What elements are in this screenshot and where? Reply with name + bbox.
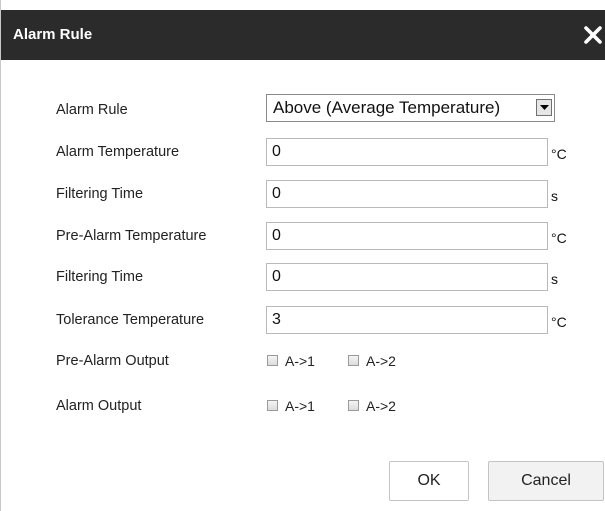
pre-alarm-temperature-input[interactable] [266,222,548,250]
pre-alarm-temperature-label: Pre-Alarm Temperature [56,228,207,244]
cancel-button[interactable]: Cancel [488,461,604,501]
alarm-rule-row: Alarm Rule Above (Average Temperature) [1,94,605,124]
alarm-rule-label: Alarm Rule [56,102,128,118]
chevron-down-icon [539,105,549,110]
filtering-time-input-2[interactable] [266,263,548,291]
alarm-output-option-label-2: A->2 [366,398,396,414]
tolerance-temperature-row: Tolerance Temperature °C [1,306,605,334]
pre-alarm-output-checkbox-1[interactable] [267,355,278,366]
filtering-time-unit-1: s [551,188,558,204]
filtering-time-input-1[interactable] [266,180,548,208]
pre-alarm-temperature-row: Pre-Alarm Temperature °C [1,222,605,250]
alarm-temperature-label: Alarm Temperature [56,144,180,160]
alarm-rule-dialog: Alarm Rule Alarm Rule Above (Average Tem… [0,0,605,511]
tolerance-temperature-unit: °C [551,314,567,330]
close-icon [584,26,602,44]
ok-button[interactable]: OK [389,461,469,501]
alarm-output-checkbox-1[interactable] [267,400,278,411]
tolerance-temperature-input[interactable] [266,306,548,334]
dropdown-arrow-button[interactable] [536,99,552,116]
alarm-temperature-unit: °C [551,146,567,162]
filtering-time-unit-2: s [551,271,558,287]
pre-alarm-output-label: Pre-Alarm Output [56,353,169,369]
filtering-time-row-1: Filtering Time s [1,180,605,208]
alarm-temperature-row: Alarm Temperature °C [1,138,605,166]
alarm-output-label: Alarm Output [56,398,142,414]
alarm-temperature-input[interactable] [266,138,548,166]
close-button[interactable] [578,18,605,52]
alarm-output-checkbox-2[interactable] [348,400,359,411]
alarm-rule-select[interactable]: Above (Average Temperature) [266,94,555,122]
pre-alarm-output-row: Pre-Alarm Output A->1 A->2 [1,347,605,375]
filtering-time-row-2: Filtering Time s [1,263,605,291]
pre-alarm-output-option-label-2: A->2 [366,353,396,369]
alarm-rule-selected-value: Above (Average Temperature) [273,98,501,117]
alarm-output-option-label-1: A->1 [285,398,315,414]
alarm-output-row: Alarm Output A->1 A->2 [1,392,605,420]
dialog-title: Alarm Rule [13,26,93,43]
filtering-time-label-2: Filtering Time [56,269,144,285]
dialog-titlebar: Alarm Rule [1,10,605,60]
pre-alarm-output-checkbox-2[interactable] [348,355,359,366]
tolerance-temperature-label: Tolerance Temperature [56,312,205,328]
pre-alarm-temperature-unit: °C [551,230,567,246]
pre-alarm-output-option-label-1: A->1 [285,353,315,369]
filtering-time-label-1: Filtering Time [56,186,144,202]
